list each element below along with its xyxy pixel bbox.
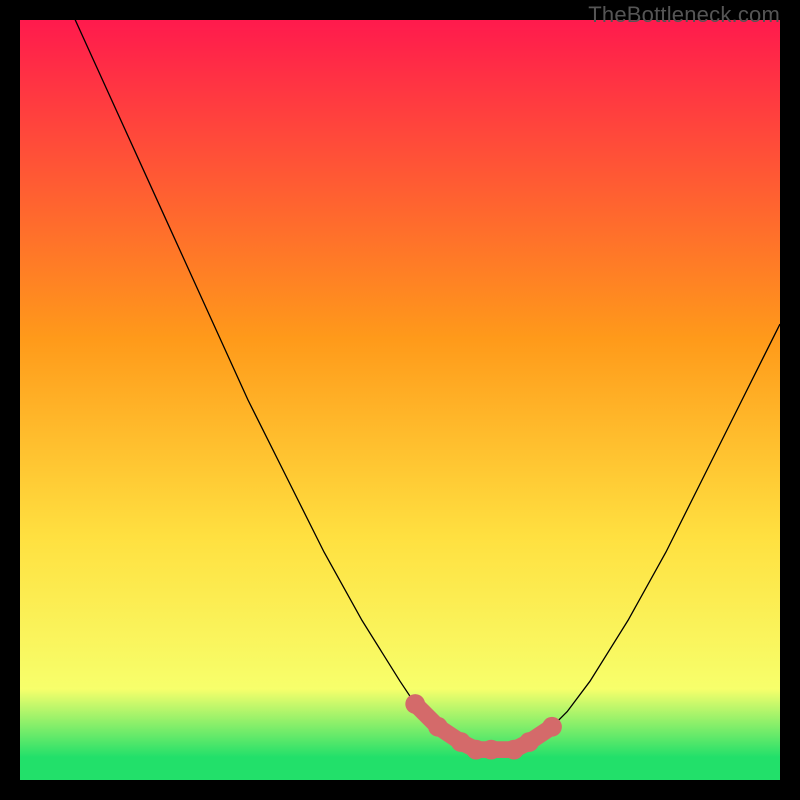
- gradient-background: [20, 20, 780, 780]
- marker-dot: [542, 717, 562, 737]
- marker-dot: [405, 694, 425, 714]
- marker-dot: [481, 740, 501, 760]
- chart-frame: TheBottleneck.com: [0, 0, 800, 800]
- plot-area: [20, 20, 780, 780]
- watermark-text: TheBottleneck.com: [588, 2, 780, 28]
- marker-dot: [428, 717, 448, 737]
- marker-dot: [519, 732, 539, 752]
- chart-svg: [20, 20, 780, 780]
